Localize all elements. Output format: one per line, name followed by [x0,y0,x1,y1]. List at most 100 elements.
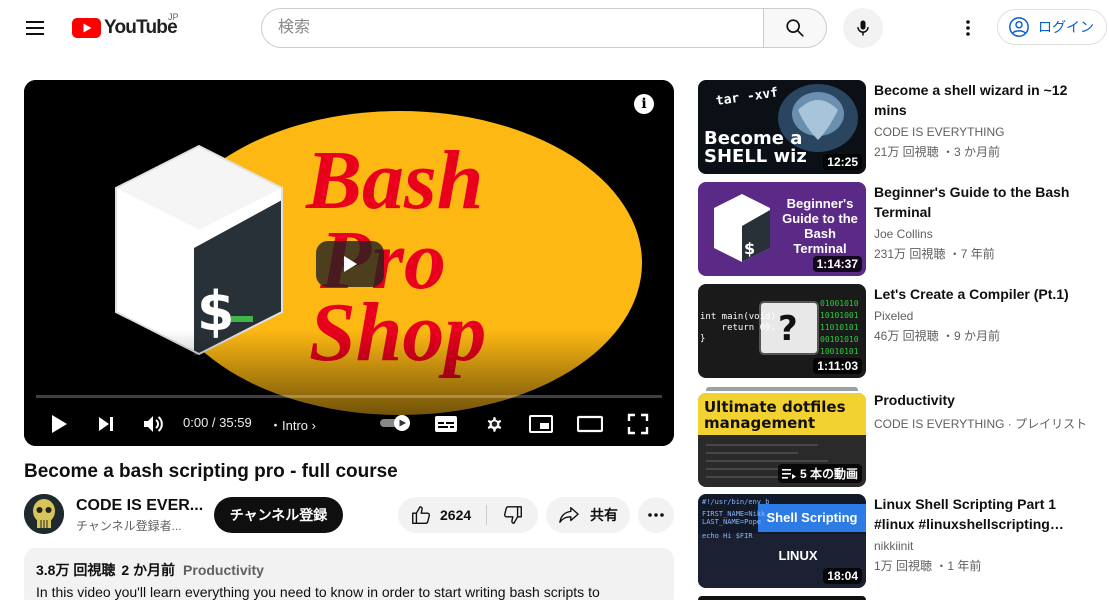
skull-avatar-icon [24,494,64,534]
thumb-code: int main(void) return 69; } [700,312,776,345]
chapter-title: Intro [282,418,309,433]
svg-text:FIRST_NAME=Nikk: FIRST_NAME=Nikk [702,510,766,518]
chapter-label[interactable]: ・Intro › [269,415,316,434]
svg-text:echo Hi $FIR: echo Hi $FIR [702,532,753,540]
channel-subscriber-count: チャンネル登録者... [76,519,182,533]
video-duration: 1:14:37 [812,256,862,272]
search-button[interactable] [763,8,827,48]
next-button[interactable] [92,410,120,438]
play-icon [52,415,67,433]
time-display: 0:00 / 35:59 [183,415,252,430]
recommendation-thumbnail[interactable]: 01001010 10101001 11010101 00101010 1001… [698,284,866,378]
video-duration: 18:04 [823,568,862,584]
account-icon [1009,17,1029,37]
svg-text:?: ? [778,309,798,349]
recommendation-meta: 21万 回視聴 ・3 か月前 [874,145,1001,159]
fullscreen-button[interactable] [624,410,652,438]
recommendation-meta: 1万 回視聴 ・1 年前 [874,559,982,573]
description-box[interactable]: 3.8万 回視聴 2 か月前 Productivity In this video … [24,548,674,600]
svg-text:11010101: 11010101 [820,323,859,332]
fullscreen-icon [627,413,649,435]
progress-bar[interactable] [36,395,662,398]
recommendation-title[interactable]: Linux Shell Scripting Part 1 #linux #lin… [874,494,1084,534]
svg-text:10010101: 10010101 [820,347,859,356]
search-input[interactable] [261,8,764,48]
playlist-count: 5 本の動画 [777,464,862,483]
svg-text:00101010: 00101010 [820,335,859,344]
next-recommendation-edge [698,596,866,600]
search-bar [261,8,827,48]
recommendation-thumbnail[interactable]: Ultimate dotfiles management 5 本の動画 [698,393,866,487]
bash-logo-icon: $ [115,144,283,356]
info-icon[interactable]: i [634,94,654,114]
recommendation-channel[interactable]: CODE IS EVERYTHING [874,125,1004,139]
description-meta: 3.8万 回視聴 2 か月前 Productivity [36,560,662,580]
play-icon [344,256,357,272]
recommendation-title[interactable]: Beginner's Guide to the Bash Terminal [874,182,1084,222]
theater-icon [577,415,603,433]
more-actions-button[interactable] [638,497,674,533]
playlist-title[interactable]: Productivity [874,390,1084,410]
channel-name[interactable]: CODE IS EVER... [76,497,203,515]
vertical-dots-icon [966,20,970,36]
volume-button[interactable] [139,410,167,438]
settings-more-button[interactable] [952,12,984,44]
category-tag[interactable]: Productivity [183,562,264,578]
svg-text:01001010: 01001010 [820,299,859,308]
share-button[interactable]: 共有 [546,497,630,533]
recommendation-title[interactable]: Become a shell wizard in ~12 mins [874,80,1084,120]
playlist-stack-edge [706,387,858,391]
volume-icon [144,416,163,432]
horizontal-dots-icon [648,513,664,517]
hamburger-menu-icon[interactable] [20,14,52,42]
play-button[interactable] [45,410,73,438]
youtube-play-icon [72,18,101,38]
playlist-count-label: 5 本の動画 [799,467,858,481]
recommendation-title[interactable]: Let's Create a Compiler (Pt.1) [874,284,1084,304]
recommendation-item[interactable]: $ Beginner's Guide to the Bash Terminal … [698,182,1098,276]
thumb-caption: Become a SHELL wiz [704,128,807,167]
recommendation-thumbnail[interactable]: $ Beginner's Guide to the Bash Terminal … [698,182,866,276]
country-code: JP [168,12,179,22]
publish-date: 2 か月前 [121,562,176,578]
autoplay-toggle[interactable] [380,414,412,432]
recommendation-thumbnail[interactable]: #!/usr/bin/env b FIRST_NAME=Nikk LAST_NA… [698,494,866,588]
captions-icon [435,416,457,432]
recommendation-channel[interactable]: Joe Collins [874,227,933,241]
thumb-caption: Ultimate dotfiles management [704,398,846,432]
video-duration: 12:25 [823,154,862,170]
large-play-button[interactable] [316,241,384,287]
recommendation-item[interactable]: tar -xvf Become a SHELL wiz 12:25 Become… [698,80,1098,174]
settings-button[interactable] [480,410,508,438]
description-text: In this video you'll learn everything yo… [36,584,600,600]
like-button[interactable]: 2624 [398,497,486,533]
subtitles-button[interactable] [432,410,460,438]
video-player[interactable]: $ Bash Pro Shop i [24,80,674,446]
playlist-icon [781,468,796,479]
svg-text:LAST_NAME=Pope: LAST_NAME=Pope [702,518,761,526]
youtube-logo[interactable]: YouTube [72,16,178,40]
thumb-code-line: int main(void) [700,312,776,322]
thumb-caption: Beginner's Guide to the Bash Terminal [782,196,858,256]
recommendation-item[interactable]: #!/usr/bin/env b FIRST_NAME=Nikk LAST_NA… [698,494,1098,588]
thumbs-up-icon [412,506,430,524]
share-label: 共有 [590,507,618,523]
login-button[interactable]: ログイン [997,9,1107,45]
recommendation-channel[interactable]: Pixeled [874,309,913,323]
view-count: 3.8万 回視聴 [36,562,116,578]
playlist-item[interactable]: Ultimate dotfiles management 5 本の動画 Prod… [698,387,1098,487]
recommendation-item[interactable]: 01001010 10101001 11010101 00101010 1001… [698,284,1098,378]
gear-icon [487,417,502,432]
channel-avatar[interactable] [24,494,64,534]
recommendation-channel[interactable]: nikkiinit [874,539,913,553]
miniplayer-button[interactable] [527,410,555,438]
search-icon [786,19,804,37]
theater-mode-button[interactable] [576,410,604,438]
microphone-icon [857,20,869,36]
dislike-button[interactable] [487,497,538,533]
voice-search-button[interactable] [843,8,883,48]
playlist-channel[interactable]: CODE IS EVERYTHING · プレイリスト [874,415,1087,432]
recommendation-thumbnail[interactable]: tar -xvf Become a SHELL wiz 12:25 [698,80,866,174]
svg-text:$: $ [744,239,755,258]
subscribe-button[interactable]: チャンネル登録 [214,497,343,533]
